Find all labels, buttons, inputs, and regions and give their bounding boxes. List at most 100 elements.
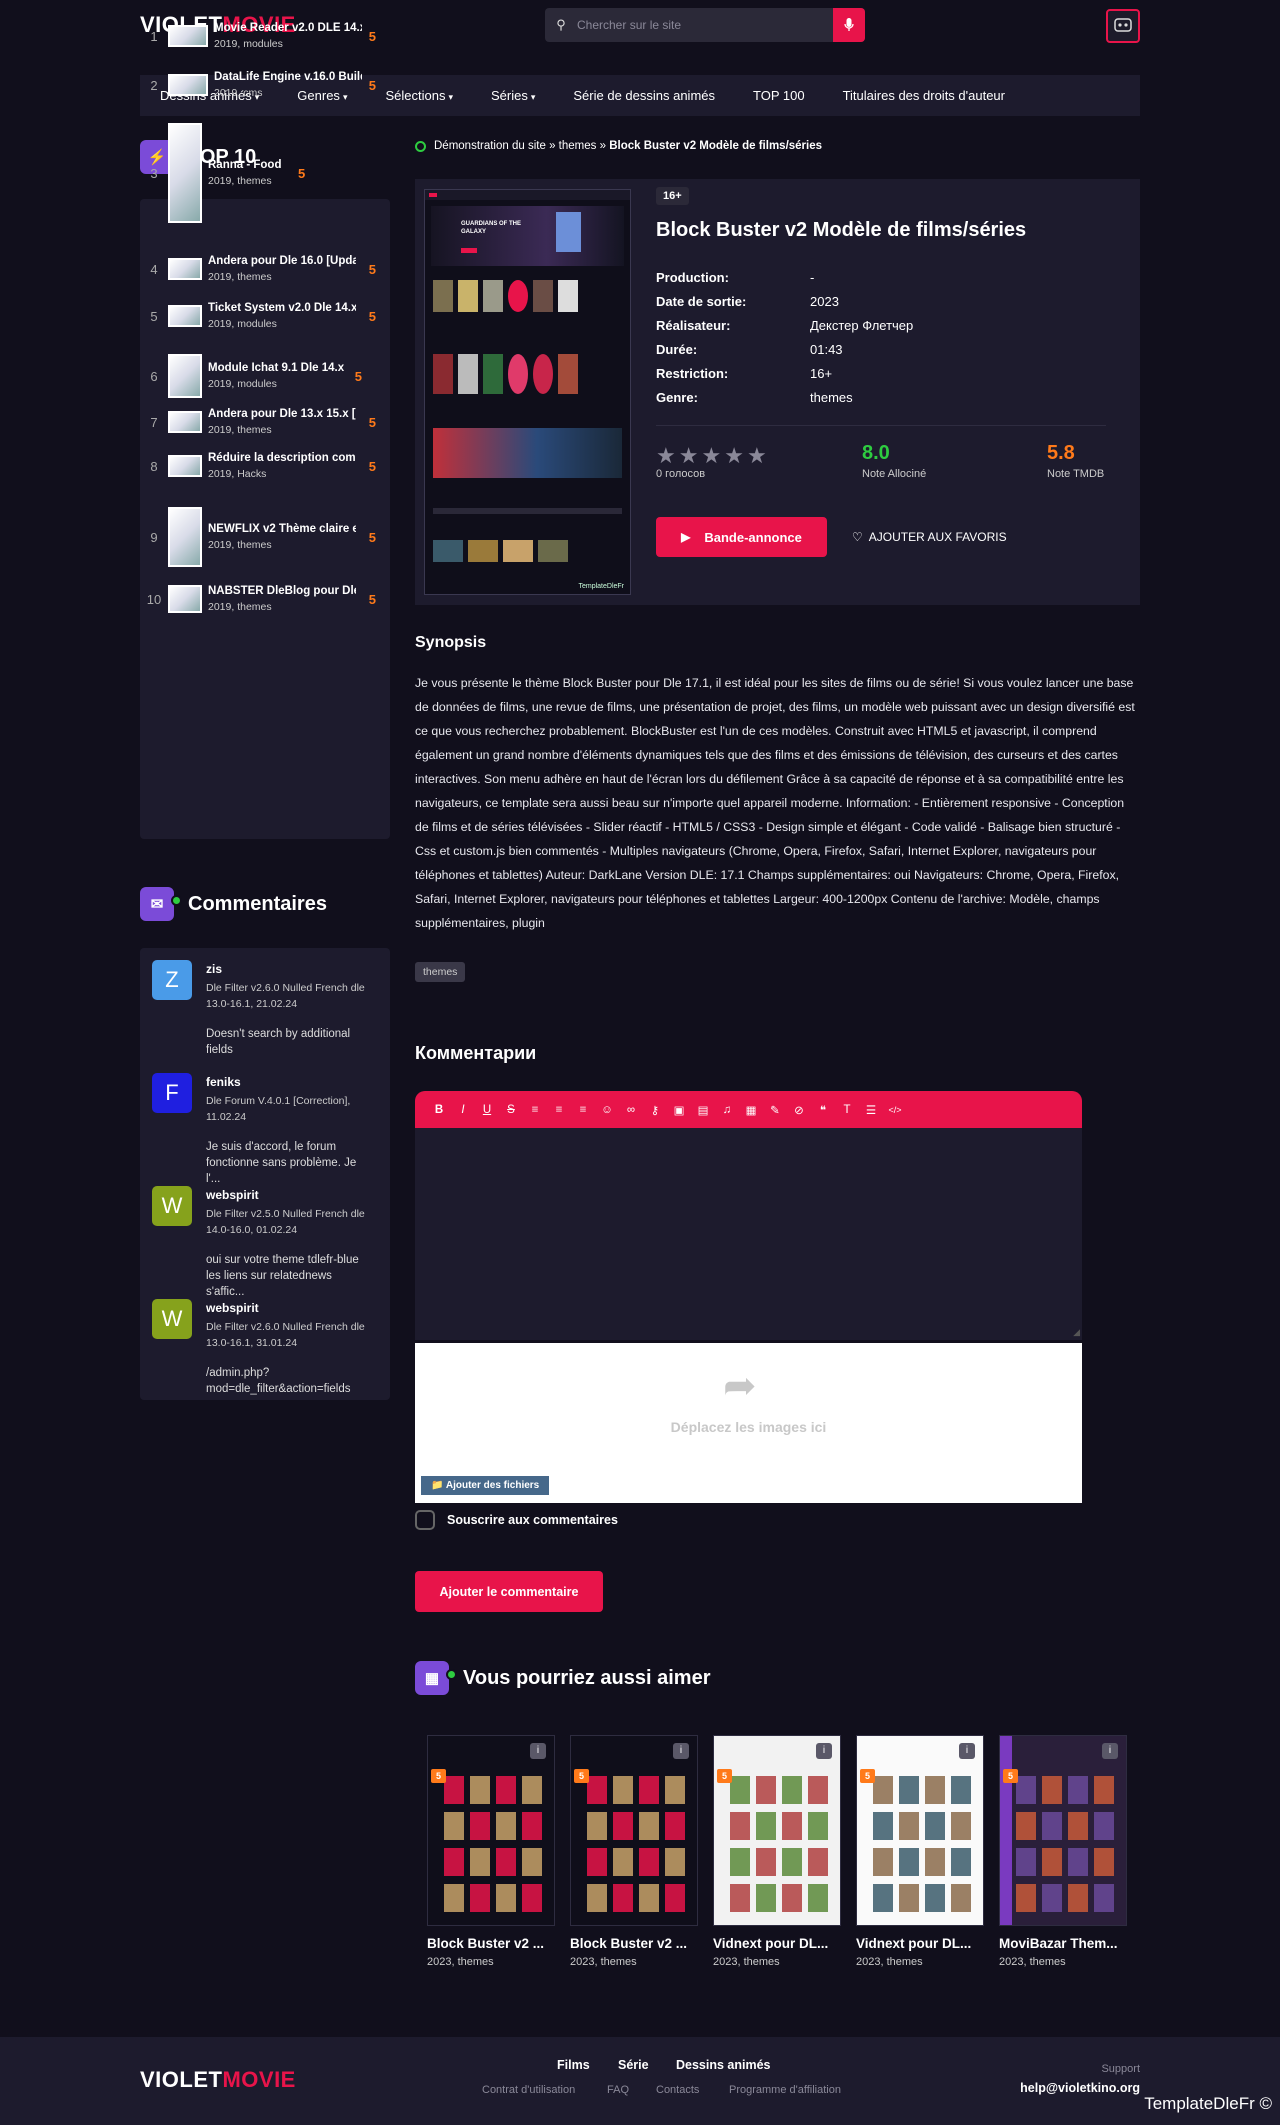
search-icon[interactable]: ⚲ [545, 17, 577, 33]
audio-icon[interactable]: ♫ [715, 1104, 739, 1116]
top10-thumbnail[interactable] [168, 585, 202, 613]
bold-icon[interactable]: B [427, 1104, 451, 1116]
code-icon[interactable]: </> [883, 1105, 907, 1115]
list-icon[interactable]: ☰ [859, 1103, 883, 1117]
top10-item[interactable]: 9 NEWFLIX v2 Thème claire e 2019, themes 5 [140, 507, 390, 567]
avatar[interactable]: W [152, 1299, 192, 1339]
color-icon[interactable]: ✎ [763, 1103, 787, 1117]
related-title[interactable]: MoviBazar Them... [999, 1936, 1127, 1951]
related-thumbnail[interactable]: 5i [427, 1735, 555, 1926]
breadcrumb-home[interactable]: Démonstration du site [434, 140, 546, 152]
top10-item[interactable]: 4 Andera pour Dle 16.0 [Upda 2019, themes 5 [140, 255, 390, 283]
top10-item[interactable]: 2 DataLife Engine v.16.0 Build 2019, cms 5 [140, 71, 390, 99]
star-icon[interactable]: ★ [747, 443, 767, 469]
top10-thumbnail[interactable] [168, 258, 202, 280]
avatar[interactable]: Z [152, 960, 192, 1000]
upload-icon[interactable]: ▦ [739, 1103, 763, 1117]
top10-title[interactable]: Réduire la description comp [208, 452, 356, 464]
nav-item-3[interactable]: Séries ▾ [491, 88, 535, 103]
related-thumbnail[interactable]: 5i [713, 1735, 841, 1926]
info-icon[interactable]: i [673, 1743, 689, 1759]
star-icon[interactable]: ★ [656, 443, 676, 469]
avatar[interactable]: F [152, 1073, 192, 1113]
spoiler-icon[interactable]: ⊘ [787, 1103, 811, 1117]
rating-stars[interactable]: ★ ★ ★ ★ ★ [656, 443, 770, 469]
image-icon[interactable]: ▣ [667, 1103, 691, 1117]
add-files-button[interactable]: 📁 Ajouter des fichiers [421, 1476, 550, 1495]
top10-item[interactable]: 6 Module Ichat 9.1 Dle 14.x 2019, modules 5 [140, 354, 390, 398]
top10-item[interactable]: 1 Movie Reader v2.0 DLE 14.x 2019, modules… [140, 22, 390, 50]
strikethrough-icon[interactable]: S [499, 1104, 523, 1116]
image-dropzone[interactable]: ➦ Déplacez les images ici 📁 Ajouter des … [415, 1343, 1082, 1503]
star-icon[interactable]: ★ [679, 443, 699, 469]
related-title[interactable]: Block Buster v2 ... [570, 1936, 698, 1951]
related-title[interactable]: Block Buster v2 ... [427, 1936, 555, 1951]
top10-title[interactable]: NABSTER DleBlog pour Dle [208, 585, 356, 597]
related-thumbnail[interactable]: 5i [999, 1735, 1127, 1926]
checkbox[interactable] [415, 1510, 435, 1530]
top10-thumbnail[interactable] [168, 354, 202, 398]
comment-topic[interactable]: Dle Filter v2.6.0 Nulled French dle 13.0… [206, 980, 376, 1012]
top10-thumbnail[interactable] [168, 305, 202, 327]
footer-logo[interactable]: VIOLETMOVIE [140, 2067, 296, 2093]
related-thumbnail[interactable]: 5i [570, 1735, 698, 1926]
comment-author[interactable]: feniks [206, 1075, 241, 1089]
add-favorites-button[interactable]: ♡ AJOUTER AUX FAVORIS [852, 530, 1007, 544]
related-card[interactable]: 5 i Vidnext pour DL... 2023, themes [856, 1735, 984, 1968]
related-title[interactable]: Vidnext pour DL... [713, 1936, 841, 1951]
top10-item[interactable]: 7 Andera pour Dle 13.x 15.x [U 2019, theme… [140, 408, 390, 436]
unlink-icon[interactable]: ⚷ [643, 1103, 667, 1117]
emoji-icon[interactable]: ☺ [595, 1104, 619, 1116]
top10-item[interactable]: 8 Réduire la description comp 2019, Hacks 5 [140, 452, 390, 480]
info-icon[interactable]: i [816, 1743, 832, 1759]
align-left-icon[interactable]: ≡ [523, 1104, 547, 1116]
related-card[interactable]: 5 i Block Buster v2 ... 2023, themes [570, 1735, 698, 1968]
media-icon[interactable]: ▤ [691, 1103, 715, 1117]
top10-title[interactable]: Ranna - Food [208, 159, 356, 171]
microphone-icon[interactable] [833, 8, 865, 42]
align-center-icon[interactable]: ≡ [547, 1104, 571, 1116]
comment-topic[interactable]: Dle Forum V.4.0.1 [Correction], 11.02.24 [206, 1093, 376, 1125]
footer-link-faq[interactable]: FAQ [607, 2084, 629, 2096]
top10-thumbnail[interactable] [168, 411, 202, 433]
top10-title[interactable]: NEWFLIX v2 Thème claire e [208, 523, 356, 535]
align-right-icon[interactable]: ≡ [571, 1104, 595, 1116]
login-button[interactable] [1106, 9, 1140, 43]
support-email[interactable]: help@violetkino.org [1020, 2081, 1140, 2095]
top10-title[interactable]: Module Ichat 9.1 Dle 14.x [208, 362, 356, 374]
trailer-button[interactable]: ▶ Bande-annonce [656, 517, 827, 557]
nav-item-2[interactable]: Sélections ▾ [385, 88, 453, 103]
nav-item-4[interactable]: Série de dessins animés [573, 88, 715, 103]
info-icon[interactable]: i [1102, 1743, 1118, 1759]
related-thumbnail[interactable]: 5i [856, 1735, 984, 1926]
avatar[interactable]: W [152, 1186, 192, 1226]
footer-link-affiliate[interactable]: Programme d'affiliation [729, 2084, 841, 2096]
footer-link-serie[interactable]: Série [618, 2058, 649, 2072]
footer-link-contacts[interactable]: Contacts [656, 2084, 699, 2096]
comment-author[interactable]: zis [206, 962, 222, 976]
top10-item[interactable]: 10 NABSTER DleBlog pour Dle 2019, themes 5 [140, 585, 390, 613]
italic-icon[interactable]: I [451, 1104, 475, 1116]
underline-icon[interactable]: U [475, 1104, 499, 1116]
submit-comment-button[interactable]: Ajouter le commentaire [415, 1571, 603, 1612]
star-icon[interactable]: ★ [724, 443, 744, 469]
related-title[interactable]: Vidnext pour DL... [856, 1936, 984, 1951]
top10-thumbnail[interactable] [168, 455, 202, 477]
comment-editor[interactable]: B I U S ≡ ≡ ≡ ☺ ∞ ⚷ ▣ ▤ ♫ ▦ ✎ ⊘ ❝ T ☰ </> ◢ [415, 1091, 1082, 1340]
search-input[interactable] [577, 8, 833, 42]
top10-thumbnail[interactable] [168, 74, 208, 96]
related-card[interactable]: 5 i Vidnext pour DL... 2023, themes [713, 1735, 841, 1968]
font-size-icon[interactable]: T [835, 1104, 859, 1116]
footer-link-films[interactable]: Films [557, 2058, 590, 2072]
related-card[interactable]: 5 i MoviBazar Them... 2023, themes [999, 1735, 1127, 1968]
comment-topic[interactable]: Dle Filter v2.6.0 Nulled French dle 13.0… [206, 1319, 376, 1351]
top10-thumbnail[interactable] [168, 25, 208, 47]
related-card[interactable]: 5 i Block Buster v2 ... 2023, themes [427, 1735, 555, 1968]
top10-item[interactable]: 3 Ranna - Food 2019, themes 5 [140, 123, 390, 223]
top10-title[interactable]: Movie Reader v2.0 DLE 14.x [214, 22, 362, 34]
comment-topic[interactable]: Dle Filter v2.5.0 Nulled French dle 14.0… [206, 1206, 376, 1238]
breadcrumb-category[interactable]: themes [559, 140, 597, 152]
footer-link-terms[interactable]: Contrat d'utilisation [482, 2084, 575, 2096]
link-icon[interactable]: ∞ [619, 1104, 643, 1116]
top10-title[interactable]: DataLife Engine v.16.0 Build [214, 71, 362, 83]
